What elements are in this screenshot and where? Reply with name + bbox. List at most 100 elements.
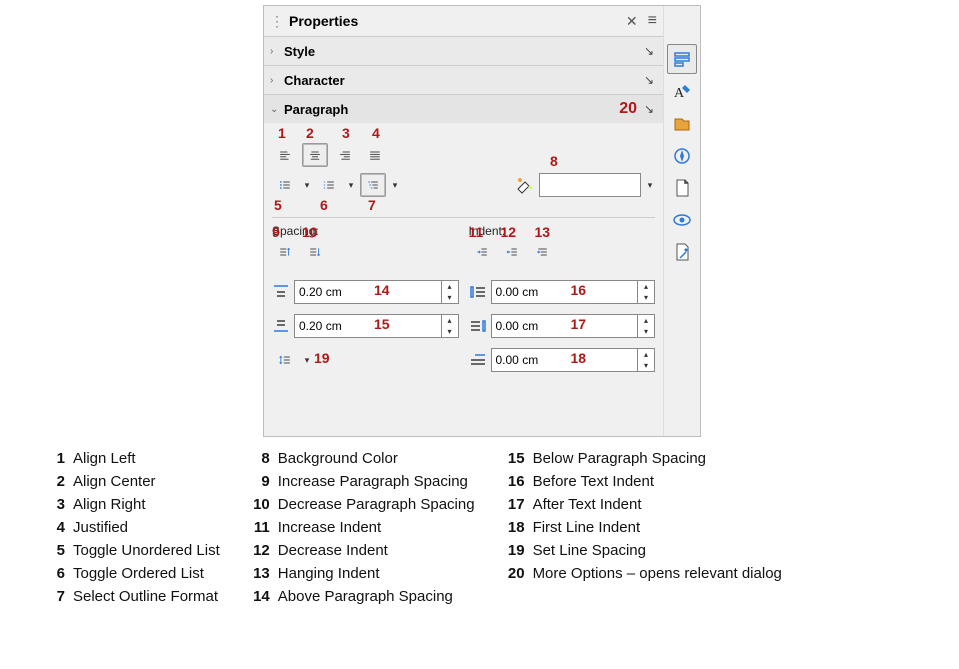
below-spacing-input[interactable]: [295, 315, 441, 337]
callout-7: 7: [368, 197, 376, 213]
line-spacing-button[interactable]: [272, 348, 298, 372]
stepper-down-icon[interactable]: ▾: [638, 292, 654, 303]
background-color-field[interactable]: [539, 173, 641, 197]
legend-text: Align Right: [73, 496, 220, 513]
stepper-up-icon[interactable]: ▴: [638, 315, 654, 326]
after-indent-spinner[interactable]: ▴▾: [491, 314, 656, 338]
deck-inspect-icon[interactable]: [668, 206, 696, 234]
before-indent-icon: [469, 283, 487, 301]
callout-19: 19: [314, 350, 330, 366]
legend-text: After Text Indent: [533, 496, 782, 513]
stepper-down-icon[interactable]: ▾: [638, 326, 654, 337]
ordered-list-button[interactable]: 123: [316, 173, 342, 197]
after-indent-icon: [469, 317, 487, 335]
section-style-header[interactable]: › Style ↘: [264, 37, 663, 65]
drag-grip-icon[interactable]: ⋮: [270, 13, 283, 30]
section-character-header[interactable]: › Character ↘: [264, 66, 663, 94]
unordered-list-dropdown[interactable]: ▾: [302, 180, 312, 191]
above-spacing-spinner[interactable]: ▴▾: [294, 280, 459, 304]
legend-text: Decrease Indent: [278, 542, 475, 559]
background-color-dropdown[interactable]: ▾: [645, 180, 655, 191]
decrease-indent-button[interactable]: [499, 240, 525, 264]
deck-styles-icon[interactable]: A: [668, 78, 696, 106]
align-center-button[interactable]: [302, 143, 328, 167]
legend-text: Toggle Ordered List: [73, 565, 220, 582]
above-spacing-icon: [272, 283, 290, 301]
more-options-paragraph-icon[interactable]: ↘: [641, 101, 657, 117]
callout-2: 2: [306, 125, 314, 141]
below-spacing-spinner[interactable]: ▴▾: [294, 314, 459, 338]
increase-para-spacing-button[interactable]: [272, 240, 298, 264]
before-indent-input[interactable]: [492, 281, 638, 303]
legend-text: Toggle Unordered List: [73, 542, 220, 559]
legend-num: 18: [495, 519, 525, 536]
stepper-down-icon[interactable]: ▾: [442, 292, 458, 303]
svg-text:3: 3: [324, 186, 326, 190]
legend-text: Below Paragraph Spacing: [533, 450, 782, 467]
section-paragraph-header[interactable]: ⌄ Paragraph 20 ↘: [264, 95, 663, 123]
legend-text: Justified: [73, 519, 220, 536]
justify-button[interactable]: [362, 143, 388, 167]
decrease-para-spacing-button[interactable]: [302, 240, 328, 264]
before-indent-spinner[interactable]: ▴▾: [491, 280, 656, 304]
legend-text: Align Center: [73, 473, 220, 490]
legend-num: 12: [240, 542, 270, 559]
legend-text: Decrease Paragraph Spacing: [278, 496, 475, 513]
line-spacing-dropdown[interactable]: ▾: [302, 355, 312, 366]
legend-num: 9: [240, 473, 270, 490]
firstline-indent-spinner[interactable]: ▴▾: [491, 348, 656, 372]
properties-panel: ⋮ Properties ✕ ≡ › Style ↘ › Character: [263, 5, 701, 437]
firstline-indent-input[interactable]: [492, 349, 638, 371]
legend-num: 20: [495, 565, 525, 582]
deck-manage-icon[interactable]: [668, 238, 696, 266]
sidebar-deck: A: [663, 6, 700, 436]
deck-gallery-icon[interactable]: [668, 110, 696, 138]
outline-format-button[interactable]: [360, 173, 386, 197]
legend-num: 17: [495, 496, 525, 513]
ordered-list-dropdown[interactable]: ▾: [346, 180, 356, 191]
close-icon[interactable]: ✕: [622, 11, 642, 32]
callout-3: 3: [342, 125, 350, 141]
deck-page-icon[interactable]: [668, 174, 696, 202]
after-indent-input[interactable]: [492, 315, 638, 337]
stepper-up-icon[interactable]: ▴: [442, 315, 458, 326]
legend-num: 8: [240, 450, 270, 467]
legend-num: 14: [240, 588, 270, 605]
deck-navigator-icon[interactable]: [668, 142, 696, 170]
legend-num: 7: [35, 588, 65, 605]
callout-5: 5: [274, 197, 282, 213]
chevron-right-icon: ›: [270, 46, 284, 57]
legend-text: Align Left: [73, 450, 220, 467]
legend-text: Increase Paragraph Spacing: [278, 473, 475, 490]
stepper-down-icon[interactable]: ▾: [638, 360, 654, 371]
legend-num: 4: [35, 519, 65, 536]
more-options-character-icon[interactable]: ↘: [641, 72, 657, 88]
callout-4: 4: [372, 125, 380, 141]
indent-label: Indent:: [469, 224, 656, 238]
menu-icon[interactable]: ≡: [648, 12, 657, 30]
above-spacing-input[interactable]: [295, 281, 441, 303]
deck-properties-icon[interactable]: [667, 44, 697, 74]
legend-text: Increase Indent: [278, 519, 475, 536]
spacing-label: Spacing:: [272, 224, 459, 238]
legend-num: 3: [35, 496, 65, 513]
legend-num: 16: [495, 473, 525, 490]
panel-titlebar: ⋮ Properties ✕ ≡: [264, 6, 663, 36]
align-left-button[interactable]: [272, 143, 298, 167]
legend-num: 19: [495, 542, 525, 559]
stepper-up-icon[interactable]: ▴: [442, 281, 458, 292]
legend-text: Hanging Indent: [278, 565, 475, 582]
align-right-button[interactable]: [332, 143, 358, 167]
increase-indent-button[interactable]: [469, 240, 495, 264]
legend-num: 15: [495, 450, 525, 467]
hanging-indent-button[interactable]: [529, 240, 555, 264]
more-options-style-icon[interactable]: ↘: [641, 43, 657, 59]
legend-text: More Options – opens relevant dialog: [533, 565, 782, 582]
stepper-up-icon[interactable]: ▴: [638, 281, 654, 292]
stepper-down-icon[interactable]: ▾: [442, 326, 458, 337]
stepper-up-icon[interactable]: ▴: [638, 349, 654, 360]
panel-title: Properties: [289, 13, 622, 29]
outline-format-dropdown[interactable]: ▾: [390, 180, 400, 191]
unordered-list-button[interactable]: [272, 173, 298, 197]
legend-text: First Line Indent: [533, 519, 782, 536]
